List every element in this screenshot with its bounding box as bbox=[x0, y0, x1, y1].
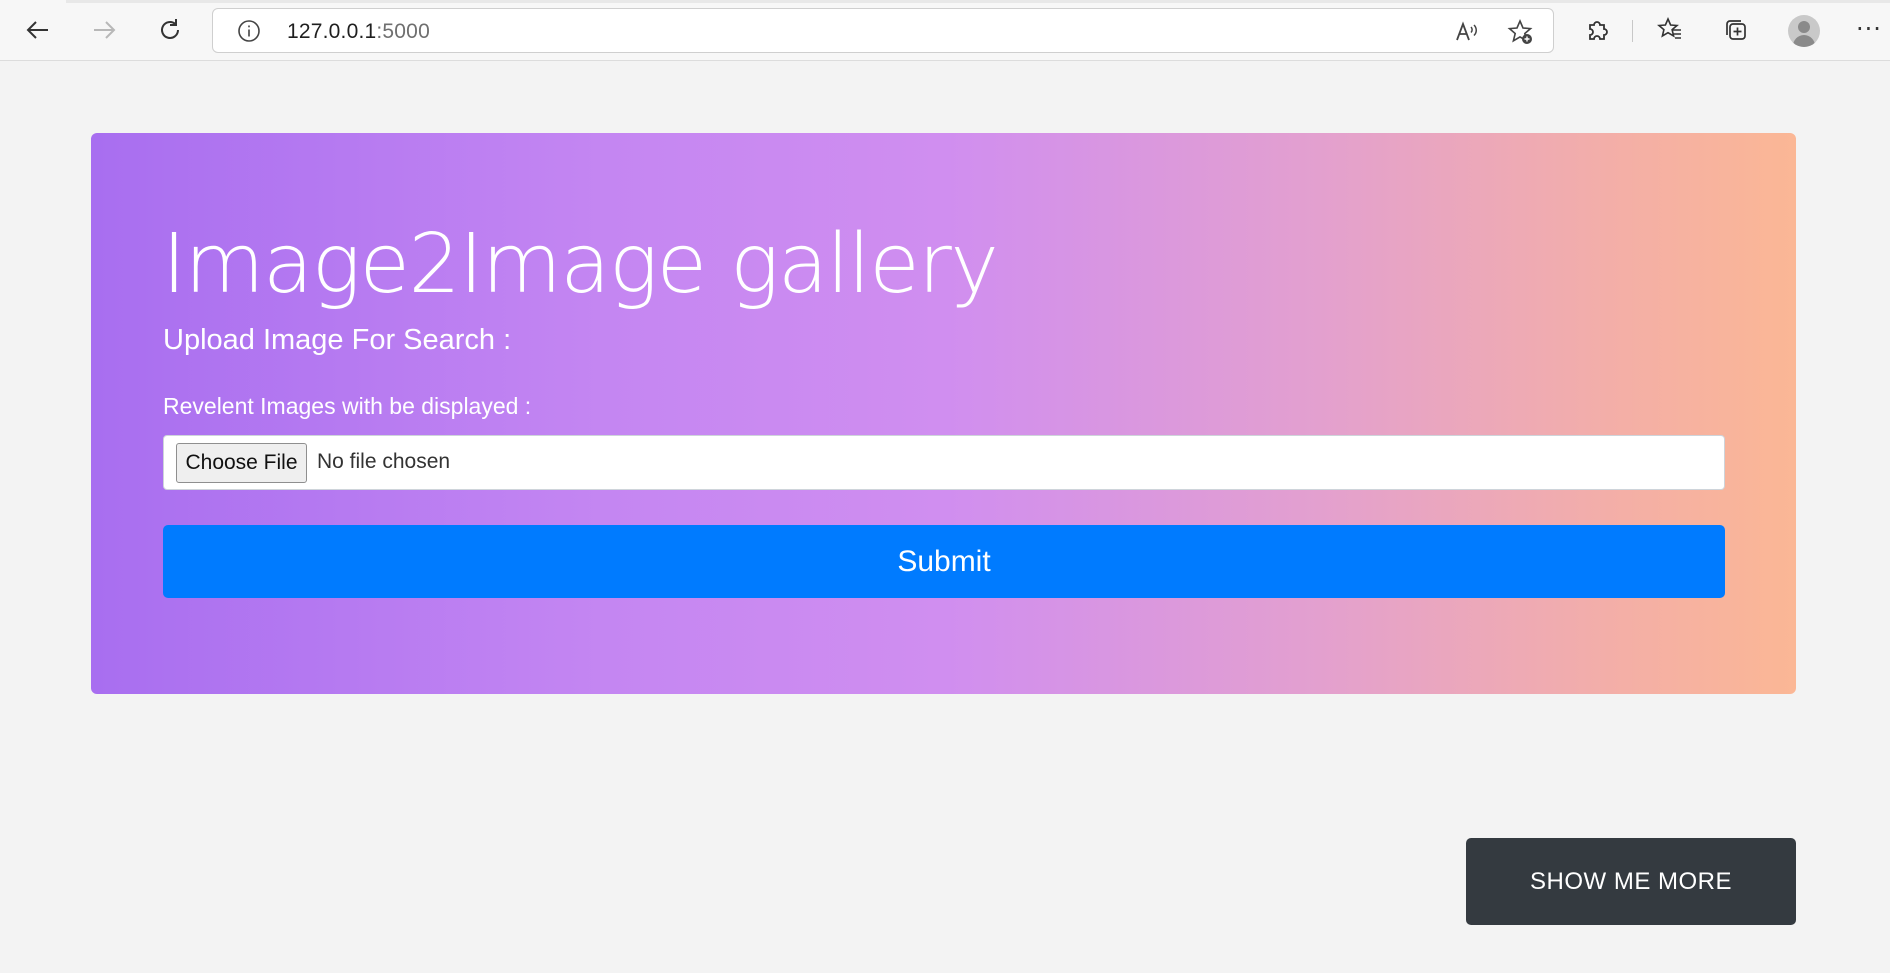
back-button[interactable] bbox=[18, 12, 58, 48]
collections-icon bbox=[1726, 20, 1746, 40]
avatar-body bbox=[1793, 35, 1815, 47]
url-port: :5000 bbox=[376, 20, 430, 43]
favorites-button[interactable] bbox=[1650, 12, 1690, 48]
puzzle-icon bbox=[1589, 21, 1608, 40]
extensions-button[interactable] bbox=[1578, 12, 1618, 48]
forward-arrow-icon bbox=[94, 21, 116, 39]
collections-button[interactable] bbox=[1716, 12, 1756, 48]
site-info-icon[interactable] bbox=[237, 19, 261, 43]
page-title: Image2Image gallery bbox=[162, 217, 999, 312]
choose-file-button[interactable]: Choose File bbox=[176, 443, 307, 483]
address-bar[interactable]: 127.0.0.1:5000 bbox=[212, 8, 1554, 53]
add-favorite-icon[interactable] bbox=[1506, 18, 1534, 46]
upload-panel: Image2Image gallery Upload Image For Sea… bbox=[91, 133, 1796, 694]
forward-button[interactable] bbox=[84, 12, 124, 48]
back-arrow-icon bbox=[26, 21, 48, 39]
read-aloud-icon[interactable] bbox=[1453, 18, 1481, 46]
active-tab[interactable] bbox=[0, 0, 66, 3]
page-subtitle: Upload Image For Search : bbox=[163, 324, 512, 356]
file-input-label: Revelent Images with be displayed : bbox=[163, 393, 532, 419]
reload-button[interactable] bbox=[150, 12, 190, 48]
reload-icon bbox=[161, 19, 179, 39]
url-host: 127.0.0.1 bbox=[287, 20, 377, 43]
file-status-text: No file chosen bbox=[317, 450, 451, 473]
favorites-icon bbox=[1657, 16, 1681, 39]
profile-avatar[interactable] bbox=[1788, 15, 1820, 47]
show-more-button[interactable]: SHOW ME MORE bbox=[1466, 838, 1796, 925]
file-input[interactable]: Choose File No file chosen bbox=[163, 435, 1725, 490]
tab-strip bbox=[0, 0, 1890, 3]
browser-toolbar: 127.0.0.1:5000 ··· bbox=[0, 0, 1890, 61]
more-options-icon[interactable]: ··· bbox=[1856, 15, 1882, 43]
submit-button[interactable]: Submit bbox=[163, 525, 1725, 598]
url-text[interactable]: 127.0.0.1:5000 bbox=[287, 20, 430, 44]
toolbar-separator bbox=[1632, 20, 1633, 42]
avatar-head bbox=[1798, 21, 1810, 33]
